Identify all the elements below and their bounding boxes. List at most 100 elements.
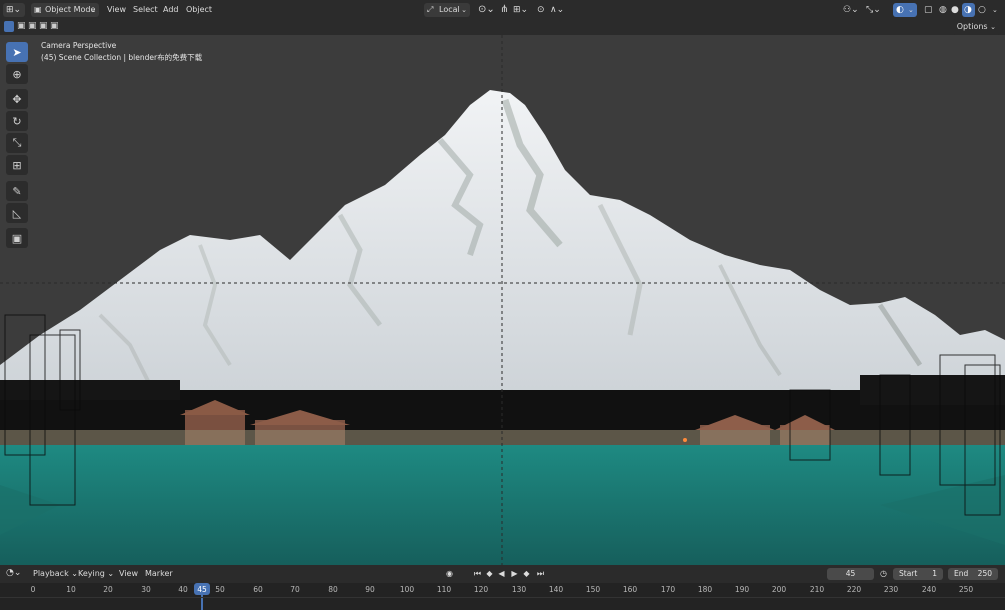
frame-tick-label: 130 xyxy=(511,585,527,594)
chevron-down-icon[interactable]: ⌄ xyxy=(908,3,914,17)
select-intersect-icon[interactable]: ▣ xyxy=(50,21,59,31)
transform-orientation-dropdown[interactable]: ⤢ Local ⌄ xyxy=(424,3,470,17)
select-box-mode-icon[interactable] xyxy=(4,21,14,32)
prev-keyframe-icon[interactable]: ◆ xyxy=(484,568,495,580)
menu-add[interactable]: Add xyxy=(163,3,179,17)
viewport-header: ⊞⌄ ▣ Object Mode ⌄ View Select Add Objec… xyxy=(0,0,1005,20)
play-reverse-icon[interactable]: ◀ xyxy=(496,568,507,580)
menu-select[interactable]: Select xyxy=(133,3,158,17)
visibility-icon[interactable]: ⚇⌄ xyxy=(843,3,859,17)
frame-tick-label: 200 xyxy=(771,585,787,594)
select-subtract-icon[interactable]: ▣ xyxy=(28,21,37,31)
menu-view[interactable]: View xyxy=(107,3,126,17)
chevron-down-icon: ⌄ xyxy=(90,6,96,14)
rotate-icon: ↻ xyxy=(12,114,22,128)
proportional-editing-icon[interactable]: ⊙ xyxy=(537,3,545,17)
frame-tick-label: 80 xyxy=(328,585,338,594)
frame-tick-label: 180 xyxy=(697,585,713,594)
frame-tick-label: 30 xyxy=(141,585,151,594)
timeline-menu-playback[interactable]: Playback ⌄ xyxy=(33,567,78,581)
orientation-icon: ⤢ xyxy=(427,5,434,14)
falloff-icon[interactable]: ∧⌄ xyxy=(550,3,564,17)
ruler-divider xyxy=(0,597,1005,598)
keying-label: Keying xyxy=(78,569,105,578)
options-dropdown[interactable]: Options ⌄ xyxy=(951,19,1001,35)
scale-tool[interactable]: ⤡ xyxy=(6,133,28,153)
end-frame-field[interactable]: End 250 xyxy=(948,568,998,580)
snap-icon[interactable]: ⋔ xyxy=(500,3,508,17)
solid-shading-icon[interactable]: ● xyxy=(951,3,959,17)
frame-tick-label: 190 xyxy=(734,585,750,594)
pencil-icon: ✎ xyxy=(12,184,22,198)
current-frame-field[interactable]: 45 xyxy=(827,568,874,580)
next-keyframe-icon[interactable]: ◆ xyxy=(521,568,532,580)
end-label: End xyxy=(954,569,969,578)
frame-tick-label: 250 xyxy=(958,585,974,594)
playhead-frame-label: 45 xyxy=(197,585,207,594)
mode-dropdown[interactable]: ▣ Object Mode ⌄ xyxy=(31,3,99,17)
overlays-icon: ◐ xyxy=(896,5,904,15)
wireframe-shading-icon[interactable]: ◍ xyxy=(939,3,947,17)
annotate-tool[interactable]: ✎ xyxy=(6,181,28,201)
rendered-shading-icon[interactable]: ○ xyxy=(978,3,986,17)
collection-info: (45) Scene Collection | blender布的免费下载 xyxy=(41,53,203,62)
material-shading-button[interactable]: ◑ xyxy=(962,3,975,17)
cursor-tool[interactable]: ⊕ xyxy=(6,64,28,84)
add-cube-tool[interactable]: ▣ xyxy=(6,228,28,248)
jump-end-icon[interactable]: ⏭ xyxy=(535,568,546,580)
measure-tool[interactable]: ◺ xyxy=(6,203,28,223)
3d-viewport[interactable]: Camera Perspective (45) Scene Collection… xyxy=(0,35,1005,565)
jump-start-icon[interactable]: ⏮ xyxy=(472,568,483,580)
select-invert-icon[interactable]: ▣ xyxy=(39,21,48,31)
select-extend-icon[interactable]: ▣ xyxy=(17,21,26,31)
chevron-down-icon: ⌄ xyxy=(990,23,996,31)
scene-render xyxy=(0,35,1005,565)
material-shading-icon: ◑ xyxy=(964,5,972,15)
cursor-arrow-icon: ➤ xyxy=(12,45,22,59)
chevron-down-icon: ⌄ xyxy=(461,6,467,14)
select-box-tool[interactable]: ➤ xyxy=(6,42,28,62)
orientation-label: Local xyxy=(439,5,460,14)
editor-type-icon: ⊞⌄ xyxy=(6,5,22,15)
clock-icon[interactable]: ◔⌄ xyxy=(6,568,21,578)
object-mode-icon: ▣ xyxy=(34,5,42,14)
start-value: 1 xyxy=(932,569,937,578)
chevron-down-icon[interactable]: ⌄ xyxy=(992,3,998,17)
frame-tick-label: 240 xyxy=(921,585,937,594)
timeline-menu-marker[interactable]: Marker xyxy=(145,567,173,581)
snap-target-icon[interactable]: ⊞⌄ xyxy=(513,3,528,17)
frame-tick-label: 90 xyxy=(365,585,375,594)
frame-tick-label: 210 xyxy=(809,585,825,594)
frame-tick-label: 220 xyxy=(846,585,862,594)
menu-object[interactable]: Object xyxy=(186,3,212,17)
3d-cursor-icon: ⊕ xyxy=(12,67,22,81)
pivot-point-icon[interactable]: ⊙⌄ xyxy=(478,3,495,17)
frame-tick-label: 40 xyxy=(178,585,188,594)
timeline-ruler[interactable]: 0 10 20 30 40 45 50 60 70 80 90 100 110 120 130 140 150 1… xyxy=(0,583,1005,610)
frame-tick-label: 50 xyxy=(215,585,225,594)
play-icon[interactable]: ▶ xyxy=(509,568,520,580)
stopwatch-icon[interactable]: ◷ xyxy=(878,568,889,580)
frame-tick-label: 0 xyxy=(30,585,36,594)
start-frame-field[interactable]: Start 1 xyxy=(893,568,943,580)
mode-label: Object Mode xyxy=(45,5,96,14)
frame-tick-label: 60 xyxy=(253,585,263,594)
frame-tick-label: 10 xyxy=(66,585,76,594)
timeline-menu-view[interactable]: View xyxy=(119,567,138,581)
tool-settings-bar: ▣ ▣ ▣ ▣ xyxy=(0,20,1005,35)
frame-tick-label: 170 xyxy=(660,585,676,594)
xray-icon[interactable]: ▢ xyxy=(924,3,933,17)
gizmo-icon[interactable]: ⤡⌄ xyxy=(866,3,881,17)
transform-icon: ⊞ xyxy=(12,158,22,172)
auto-keying-icon[interactable]: ◉ xyxy=(444,568,455,580)
frame-tick-label: 70 xyxy=(290,585,300,594)
ruler-icon: ◺ xyxy=(12,206,22,220)
timeline-menu-keying[interactable]: Keying ⌄ xyxy=(78,567,114,581)
editor-type-button[interactable]: ⊞⌄ xyxy=(3,3,25,17)
transform-tool[interactable]: ⊞ xyxy=(6,155,28,175)
rotate-tool[interactable]: ↻ xyxy=(6,111,28,131)
move-tool[interactable]: ✥ xyxy=(6,89,28,109)
frame-tick-label: 150 xyxy=(585,585,601,594)
frame-tick-label: 100 xyxy=(399,585,415,594)
playback-label: Playback xyxy=(33,569,69,578)
